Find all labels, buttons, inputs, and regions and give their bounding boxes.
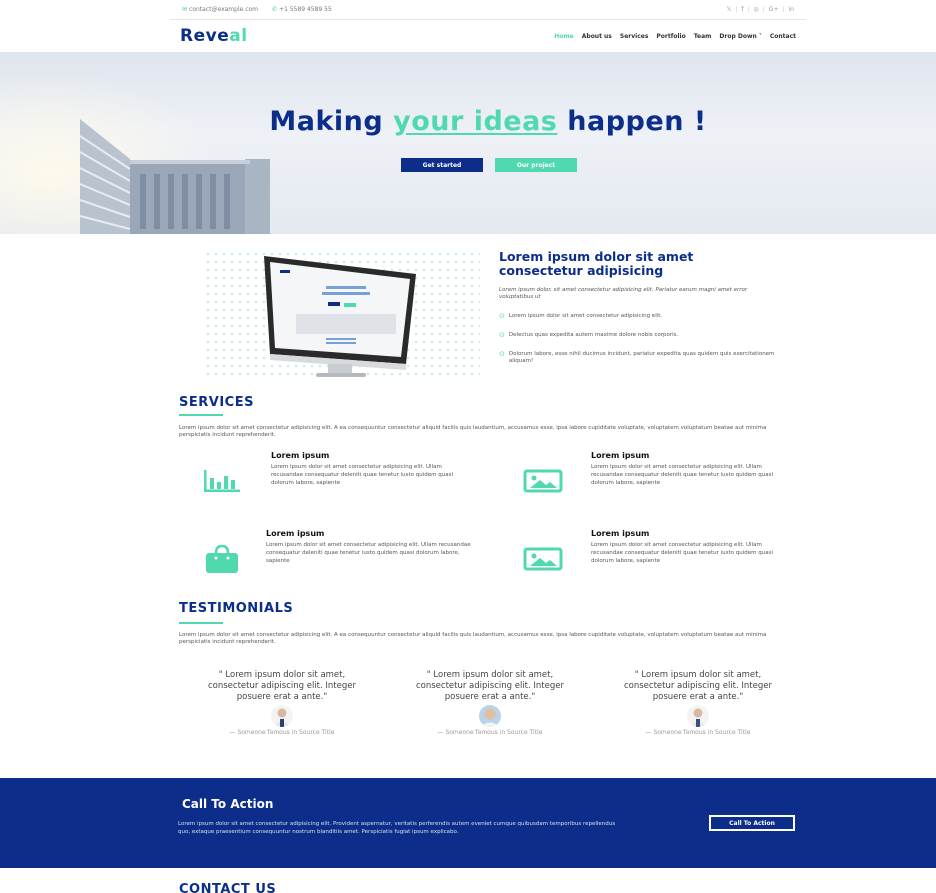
avatar — [687, 705, 709, 727]
call-to-action-button[interactable]: Call To Action — [709, 815, 795, 831]
nav-home[interactable]: Home — [554, 33, 573, 40]
site-logo[interactable]: Reveal — [180, 26, 248, 46]
shopping-bag-icon — [202, 544, 242, 574]
testimonials-title-underline — [179, 622, 223, 624]
check-circle-icon: ⊙ — [499, 312, 505, 320]
header: Reveal Home About us Services Portfolio … — [170, 20, 806, 52]
services-title-underline — [179, 414, 223, 416]
avatar — [479, 705, 501, 727]
main-nav: Home About us Services Portfolio Team Dr… — [554, 33, 796, 40]
testimonials-title: TESTIMONIALS — [179, 601, 294, 616]
service-title[interactable]: Lorem ipsum — [266, 529, 324, 538]
testimonial-card: " Lorem ipsum dolor sit amet, consectetu… — [197, 670, 367, 737]
testimonial-author: — Someone famous in Source Title — [229, 729, 335, 736]
hero-title-highlight[interactable]: your ideas — [393, 106, 557, 137]
about-item-text: Lorem ipsum dolor sit amet consectetur a… — [508, 313, 663, 319]
get-started-button[interactable]: Get started — [401, 158, 483, 172]
testimonial-quote: " Lorem ipsum dolor sit amet, consectetu… — [207, 670, 356, 702]
service-title[interactable]: Lorem ipsum — [271, 451, 329, 460]
nav-portfolio[interactable]: Portfolio — [656, 33, 685, 40]
image-icon — [523, 544, 563, 574]
nav-team[interactable]: Team — [694, 33, 712, 40]
testimonial-author: — Someone famous in Source Title — [437, 729, 543, 736]
service-title[interactable]: Lorem ipsum — [591, 529, 649, 538]
testimonial-author: — Someone famous in Source Title — [645, 729, 751, 736]
testimonial-quote: " Lorem ipsum dolor sit amet, consectetu… — [415, 670, 564, 702]
phone-icon: ✆ — [272, 6, 278, 13]
image-icon — [523, 466, 563, 496]
monitor-illustration — [264, 256, 416, 377]
instagram-icon[interactable]: ◎ — [754, 6, 759, 13]
service-text: Lorem ipsum dolor sit amet consectetur a… — [266, 542, 471, 564]
testimonial-card: " Lorem ipsum dolor sit amet, consectetu… — [405, 670, 575, 737]
contact-title: CONTACT US — [179, 882, 277, 893]
page: ✉ contact@example.com ✆ +1 5589 4589 55 𝕏 |… — [0, 0, 936, 893]
facebook-icon[interactable]: f — [741, 6, 743, 13]
phone-link[interactable]: ✆ +1 5589 4589 55 — [272, 6, 332, 13]
about-title: Lorem ipsum dolor sit amet consectetur a… — [499, 249, 694, 278]
list-item: ⊙ Lorem ipsum dolor sit amet consectetur … — [499, 313, 779, 320]
service-text: Lorem ipsum dolor sit amet consectetur a… — [591, 464, 774, 486]
about-list: ⊙ Lorem ipsum dolor sit amet consectetur … — [499, 313, 779, 377]
phone-text: +1 5589 4589 55 — [279, 6, 332, 13]
nav-contact[interactable]: Contact — [770, 33, 796, 40]
hero-title-post: happen ! — [557, 106, 707, 137]
top-contact-info: ✉ contact@example.com ✆ +1 5589 4589 55 — [182, 6, 332, 13]
check-circle-icon: ⊙ — [499, 331, 505, 339]
email-link[interactable]: ✉ contact@example.com — [182, 6, 258, 13]
service-text: Lorem ipsum dolor sit amet consectetur a… — [591, 542, 774, 564]
hero-section: Making your ideas happen ! Get started O… — [0, 52, 936, 234]
google-plus-icon[interactable]: G+ — [769, 6, 779, 13]
list-item: ⊙ Delectus quas expedita autem maxime dol… — [499, 332, 779, 339]
nav-services[interactable]: Services — [620, 33, 649, 40]
cta-text: Lorem ipsum dolor sit amet consectetur a… — [178, 821, 616, 835]
about-item-text: Dolorum labore, esse nihil ducimus incid… — [508, 351, 775, 364]
email-text: contact@example.com — [189, 6, 259, 13]
about-image — [204, 250, 480, 380]
logo-part2: al — [229, 26, 248, 46]
service-text: Lorem ipsum dolor sit amet consectetur a… — [271, 464, 454, 486]
hero-title-pre: Making — [269, 106, 394, 137]
nav-dropdown[interactable]: Drop Down ˅ — [719, 33, 761, 40]
testimonials-description: Lorem ipsum dolor sit amet consectetur a… — [179, 632, 767, 645]
top-bar: ✉ contact@example.com ✆ +1 5589 4589 55 𝕏 |… — [170, 0, 806, 20]
avatar — [271, 705, 293, 727]
nav-about[interactable]: About us — [582, 33, 612, 40]
services-description: Lorem ipsum dolor sit amet consectetur a… — [179, 425, 767, 438]
check-circle-icon: ⊙ — [499, 350, 505, 358]
linkedin-icon[interactable]: in — [789, 6, 794, 13]
services-title: SERVICES — [179, 395, 254, 410]
hero-buttons: Get started Our project — [401, 158, 577, 172]
testimonial-card: " Lorem ipsum dolor sit amet, consectetu… — [613, 670, 783, 737]
list-item: ⊙ Dolorum labore, esse nihil ducimus inci… — [499, 351, 779, 365]
testimonial-quote: " Lorem ipsum dolor sit amet, consectetu… — [623, 670, 772, 702]
call-to-action-section: Call To Action Lorem ipsum dolor sit ame… — [0, 778, 936, 868]
cta-title: Call To Action — [182, 797, 274, 811]
service-title[interactable]: Lorem ipsum — [591, 451, 649, 460]
twitter-icon[interactable]: 𝕏 — [726, 6, 731, 13]
logo-part1: Reve — [180, 26, 230, 46]
about-item-text: Delectus quas expedita autem maxime dolo… — [508, 332, 679, 338]
social-links: 𝕏 | f | ◎ | G+ | in — [726, 6, 794, 13]
envelope-icon: ✉ — [182, 6, 188, 13]
about-subtitle: Lorem ipsum dolor, sit amet consectetur … — [499, 287, 748, 300]
our-project-button[interactable]: Our project — [495, 158, 577, 172]
bar-chart-icon — [202, 466, 242, 496]
hero-title: Making your ideas happen ! — [0, 106, 936, 137]
